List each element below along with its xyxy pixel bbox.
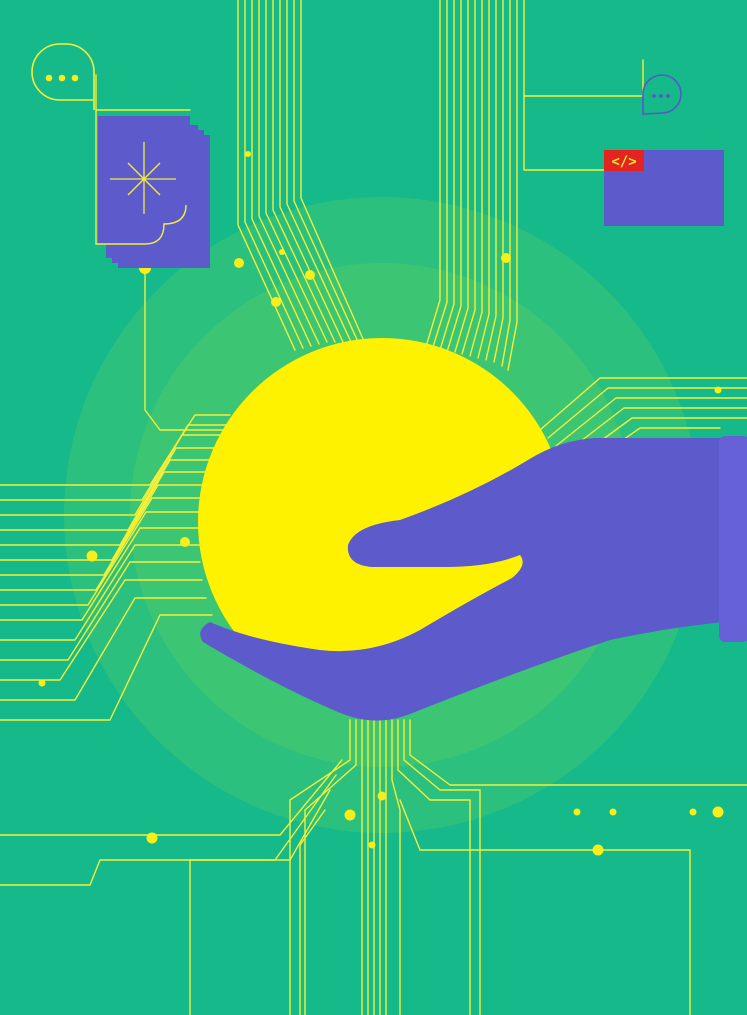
sparkle-card: [95, 110, 210, 268]
ai-hand-illustration: </>: [0, 0, 747, 1015]
code-tag-label: </>: [611, 154, 636, 170]
sleeve-cuff: [719, 436, 747, 642]
code-window: </>: [604, 150, 724, 226]
